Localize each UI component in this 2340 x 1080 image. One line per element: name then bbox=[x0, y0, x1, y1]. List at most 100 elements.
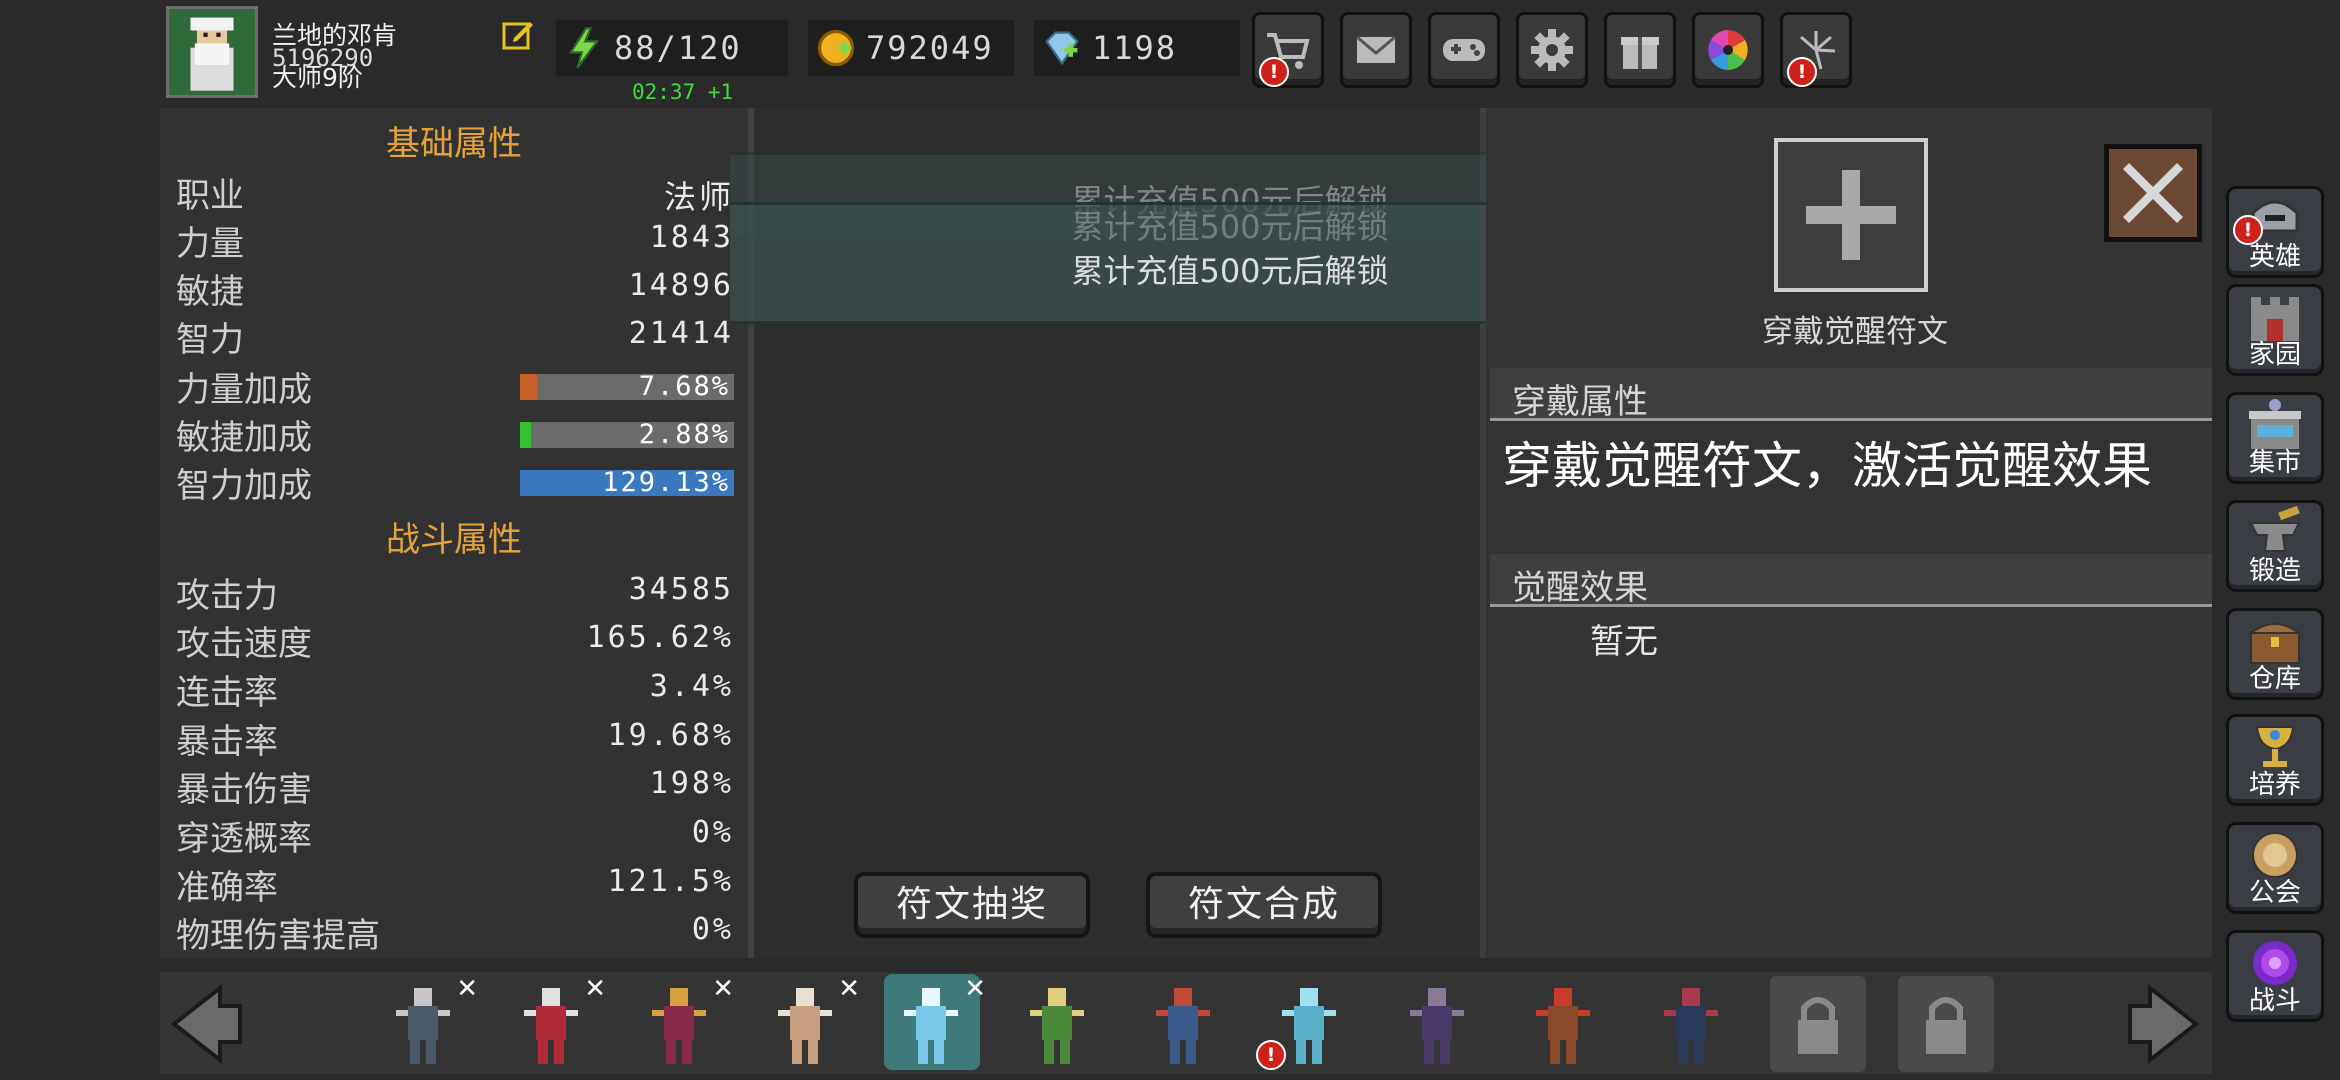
hero-slot[interactable] bbox=[1010, 974, 1106, 1070]
hero-prev-button[interactable] bbox=[160, 980, 248, 1068]
hero-slot[interactable]: ✕ bbox=[376, 974, 478, 1070]
stat-label: 攻击速度 bbox=[176, 624, 312, 664]
sidebar-item-label: 家园 bbox=[2248, 340, 2301, 370]
gem-counter[interactable]: 1198 bbox=[1034, 20, 1240, 76]
sidebar-item-cultivate[interactable]: 培养 bbox=[2226, 714, 2324, 806]
hero-deployed-mark: ✕ bbox=[712, 974, 734, 1004]
stat-label: 连击率 bbox=[176, 673, 278, 713]
sidebar-item-label: 英雄 bbox=[2248, 242, 2301, 272]
hero-deployed-mark: ✕ bbox=[456, 974, 478, 1004]
bar-value: 7.68% bbox=[638, 371, 730, 402]
sidebar-item-home[interactable]: 家园 bbox=[2226, 284, 2324, 376]
edit-icon bbox=[502, 22, 533, 50]
gold-counter[interactable]: 792049 bbox=[808, 20, 1014, 76]
hero-deployed-mark: ✕ bbox=[584, 974, 606, 1004]
awaken-effect-value: 暂无 bbox=[1590, 622, 1658, 662]
hero-slot[interactable]: ✕ bbox=[504, 974, 606, 1070]
rune-synthesis-button[interactable]: 符文合成 bbox=[1146, 872, 1382, 938]
hero-sprite-icon bbox=[1410, 988, 1464, 1064]
shop-button[interactable]: ! bbox=[1252, 12, 1324, 88]
stat-value: 34585 bbox=[628, 572, 734, 607]
awaken-rune-slot[interactable] bbox=[1774, 138, 1928, 292]
awaken-effect-header: 觉醒效果 bbox=[1490, 554, 2212, 608]
hero-slot-locked[interactable] bbox=[1770, 976, 1866, 1072]
hero-slot[interactable]: ✕ bbox=[632, 974, 734, 1070]
close-icon bbox=[2123, 163, 2183, 223]
hero-slot[interactable] bbox=[1136, 974, 1232, 1070]
sidebar-item-label: 培养 bbox=[2248, 770, 2301, 800]
gear-icon bbox=[1531, 29, 1573, 71]
shop-alert-badge: ! bbox=[1259, 57, 1289, 87]
avatar-portrait-icon bbox=[169, 9, 255, 95]
hero-slot-locked[interactable] bbox=[1898, 976, 1994, 1072]
stat-value: 165.62% bbox=[586, 620, 734, 655]
stat-label: 准确率 bbox=[176, 868, 278, 908]
stat-label: 攻击力 bbox=[176, 576, 278, 616]
hero-deployed-mark: ✕ bbox=[838, 974, 860, 1004]
awaken-effect-title: 觉醒效果 bbox=[1512, 568, 1648, 608]
hero-next-button[interactable] bbox=[2122, 980, 2210, 1068]
close-button[interactable] bbox=[2104, 144, 2202, 242]
sidebar-item-label: 仓库 bbox=[2248, 664, 2301, 694]
gold-value: 792049 bbox=[866, 29, 994, 67]
gamepad-button[interactable] bbox=[1428, 12, 1500, 88]
rune-slot-label: 穿戴觉醒符文 bbox=[1762, 314, 1948, 350]
hero-sprite-icon bbox=[1030, 988, 1084, 1064]
energy-timer: 02:37 +1 bbox=[632, 80, 734, 104]
stat-value: 198% bbox=[649, 766, 734, 801]
bar-fill bbox=[520, 422, 531, 448]
agility-bonus-bar: 2.88% bbox=[520, 419, 734, 450]
stat-label: 暴击伤害 bbox=[176, 770, 312, 810]
sidebar-item-market[interactable]: 集市 bbox=[2226, 392, 2324, 484]
hero-slot[interactable]: ✕ bbox=[884, 974, 986, 1070]
bar-value: 2.88% bbox=[638, 419, 730, 450]
sidebar-item-warehouse[interactable]: 仓库 bbox=[2226, 608, 2324, 700]
diamond-icon bbox=[1045, 31, 1079, 66]
player-rank: 大师9阶 bbox=[272, 63, 363, 92]
lock-icon bbox=[1798, 997, 1838, 1054]
hero-slot[interactable] bbox=[1516, 974, 1612, 1070]
mail-button[interactable] bbox=[1340, 12, 1412, 88]
gift-button[interactable] bbox=[1604, 12, 1676, 88]
equip-description: 穿戴觉醒符文，激活觉醒效果 bbox=[1502, 437, 2152, 495]
stat-label: 力量加成 bbox=[176, 370, 312, 410]
energy-counter[interactable]: 88/120 bbox=[556, 20, 788, 76]
firework-button[interactable]: ! bbox=[1780, 12, 1852, 88]
stat-value: 3.4% bbox=[649, 669, 734, 704]
hero-slot[interactable]: ! bbox=[1256, 974, 1358, 1070]
stat-label: 力量 bbox=[176, 224, 244, 264]
hero-slot[interactable] bbox=[1644, 974, 1740, 1070]
equip-attrs-header: 穿戴属性 bbox=[1490, 368, 2212, 422]
stat-label: 暴击率 bbox=[176, 722, 278, 762]
gold-coin-icon bbox=[817, 29, 855, 67]
hero-slot[interactable] bbox=[1390, 974, 1486, 1070]
sidebar-item-guild[interactable]: 公会 bbox=[2226, 822, 2324, 914]
bar-fill bbox=[520, 374, 538, 400]
hero-alert-badge: ! bbox=[1256, 1040, 1286, 1070]
sidebar-item-forge[interactable]: 锻造 bbox=[2226, 500, 2324, 592]
hero-slot[interactable]: ✕ bbox=[758, 974, 860, 1070]
player-avatar[interactable] bbox=[166, 6, 258, 98]
lucky-wheel-button[interactable] bbox=[1692, 12, 1764, 88]
stat-label: 智力加成 bbox=[176, 466, 312, 506]
lock-icon bbox=[1926, 997, 1966, 1054]
rune-lottery-button[interactable]: 符文抽奖 bbox=[854, 872, 1090, 938]
equip-attrs-title: 穿戴属性 bbox=[1512, 382, 1648, 422]
hero-sprite-icon bbox=[1156, 988, 1210, 1064]
settings-button[interactable] bbox=[1516, 12, 1588, 88]
gamepad-icon bbox=[1443, 39, 1485, 61]
sidebar-item-label: 战斗 bbox=[2248, 986, 2301, 1016]
stat-label: 敏捷加成 bbox=[176, 418, 312, 458]
sidebar-item-hero[interactable]: ! 英雄 bbox=[2226, 186, 2324, 278]
sidebar-item-label: 公会 bbox=[2248, 878, 2301, 908]
mail-icon bbox=[1356, 35, 1396, 63]
gem-value: 1198 bbox=[1092, 29, 1178, 67]
stat-value: 0% bbox=[691, 912, 734, 947]
edit-name-button[interactable] bbox=[500, 16, 536, 52]
color-wheel-icon bbox=[1708, 30, 1748, 70]
stat-label: 穿透概率 bbox=[176, 819, 312, 859]
sidebar-item-battle[interactable]: 战斗 bbox=[2226, 930, 2324, 1022]
arrow-left-icon bbox=[170, 983, 242, 1065]
hero-deployed-mark: ✕ bbox=[964, 974, 986, 1004]
arrow-right-icon bbox=[2128, 983, 2200, 1065]
